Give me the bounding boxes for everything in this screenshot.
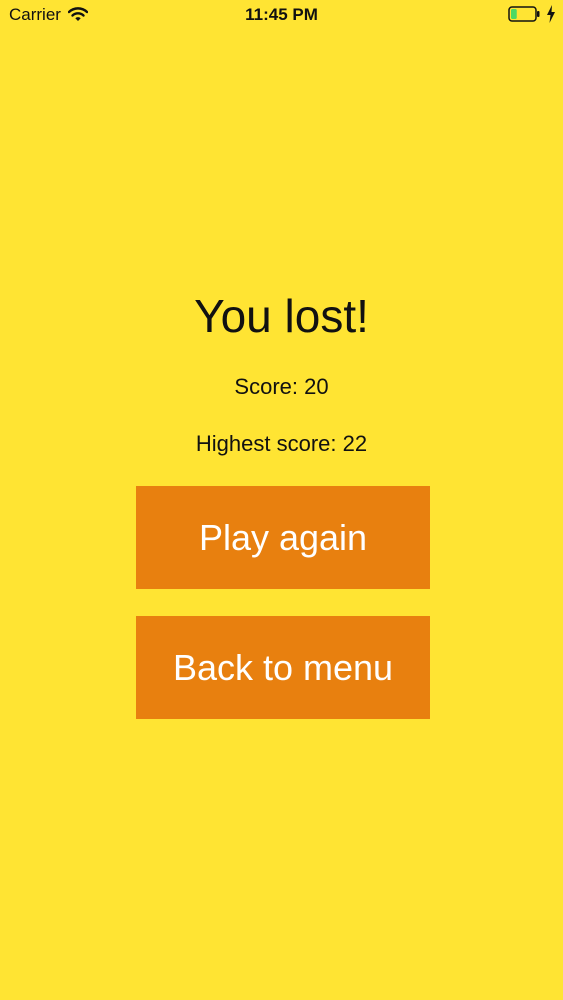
battery-fill xyxy=(511,9,517,19)
game-over-title: You lost! xyxy=(194,290,369,342)
highest-score-label: Highest score: 22 xyxy=(195,431,368,456)
status-bar: Carrier 11:45 PM xyxy=(0,0,563,30)
charging-bolt-icon xyxy=(547,5,555,23)
battery-icon xyxy=(508,6,540,22)
play-again-button[interactable]: Play again xyxy=(136,486,430,589)
score-label: Score: 20 xyxy=(234,374,329,399)
status-time: 11:45 PM xyxy=(245,5,318,24)
back-to-menu-button[interactable]: Back to menu xyxy=(136,616,430,719)
